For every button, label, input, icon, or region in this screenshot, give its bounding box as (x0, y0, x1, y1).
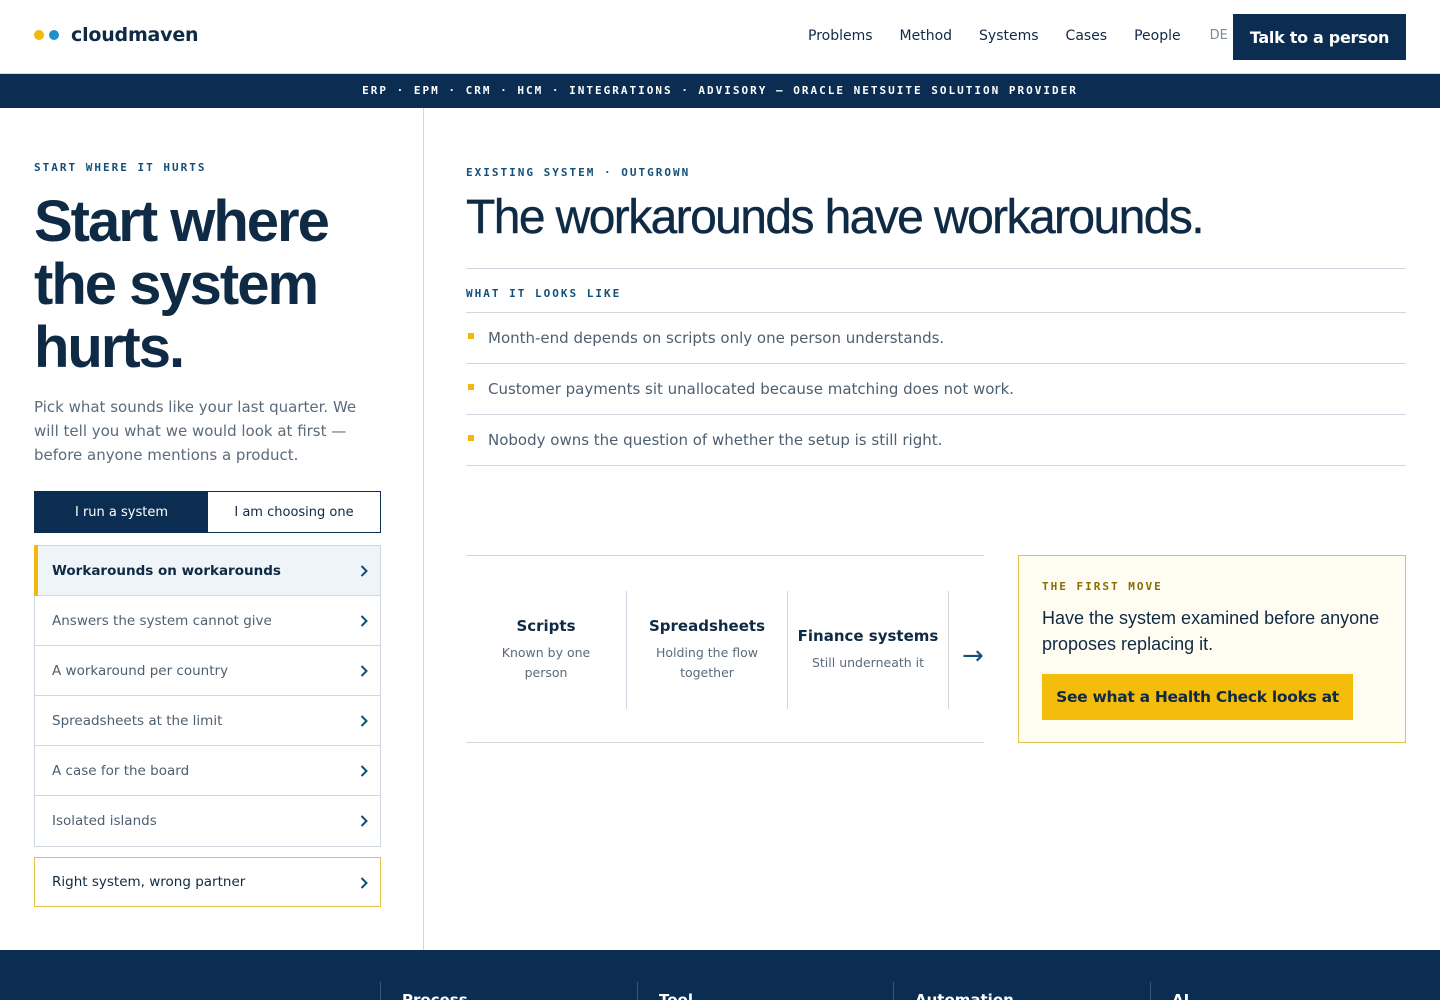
logo-dot-blue (49, 30, 59, 40)
problem-item-answers[interactable]: Answers the system cannot give (35, 596, 380, 646)
detail-eyebrow: EXISTING SYSTEM · OUTGROWN (466, 166, 691, 179)
nav-people[interactable]: People (1134, 28, 1181, 44)
divider (466, 268, 1406, 269)
health-check-button[interactable]: See what a Health Check looks at (1042, 674, 1353, 720)
problem-item-board-case[interactable]: A case for the board (35, 746, 380, 796)
first-move-eyebrow: THE FIRST MOVE (1042, 580, 1163, 593)
bullet-square-icon (468, 435, 474, 441)
problem-detail-panel: EXISTING SYSTEM · OUTGROWN The workaroun… (425, 108, 1440, 950)
left-eyebrow: START WHERE IT HURTS (34, 161, 207, 174)
flow-step-finance-systems: Finance systems Still underneath it (788, 591, 949, 709)
flow-step-spreadsheets: Spreadsheets Holding the flow together (627, 591, 788, 709)
bullet-square-icon (468, 384, 474, 390)
main-nav: Problems Method Systems Cases People DE (808, 28, 1255, 44)
page-title: Start where the system hurts. (34, 189, 330, 380)
problem-item-per-country[interactable]: A workaround per country (35, 646, 380, 696)
problem-selector-panel: START WHERE IT HURTS Start where the sys… (0, 108, 424, 950)
footer-column-automation: Automation (893, 982, 1014, 1000)
footer-column-title: Automation (915, 991, 1014, 1000)
symptoms-eyebrow: WHAT IT LOOKS LIKE (466, 287, 622, 300)
problem-item-spreadsheets[interactable]: Spreadsheets at the limit (35, 696, 380, 746)
flow-step-subtitle: Known by one person (501, 645, 591, 680)
problem-label: Workarounds on workarounds (52, 562, 281, 579)
footer-band: Process Tool Automation AI (0, 950, 1440, 1000)
brand-logo[interactable]: cloudmaven (34, 24, 199, 46)
site-header: cloudmaven Problems Method Systems Cases… (0, 0, 1440, 74)
chevron-right-icon (360, 565, 368, 577)
nav-systems[interactable]: Systems (979, 28, 1039, 44)
toggle-run-system[interactable]: I run a system (35, 492, 208, 532)
first-move-card: THE FIRST MOVE Have the system examined … (1018, 555, 1406, 743)
problem-label: A case for the board (52, 762, 190, 779)
bullet-square-icon (468, 333, 474, 339)
footer-column-title: Tool (659, 991, 693, 1000)
symptom-list: Month-end depends on scripts only one pe… (466, 312, 1406, 466)
problem-label: A workaround per country (52, 662, 229, 679)
problem-label: Answers the system cannot give (52, 612, 272, 629)
footer-column-ai: AI (1150, 982, 1189, 1000)
language-switch[interactable]: DE (1210, 28, 1228, 44)
arrow-right-icon: → (962, 641, 984, 671)
nav-cases[interactable]: Cases (1066, 28, 1108, 44)
list-item: Month-end depends on scripts only one pe… (466, 313, 1406, 364)
chevron-right-icon (360, 615, 368, 627)
footer-column-process: Process (380, 982, 468, 1000)
nav-method[interactable]: Method (900, 28, 953, 44)
capabilities-ribbon: ERP · EPM · CRM · HCM · INTEGRATIONS · A… (0, 74, 1440, 108)
mode-toggle: I run a system I am choosing one (34, 491, 381, 533)
logo-dot-yellow (34, 30, 44, 40)
first-move-text: Have the system examined before anyone p… (1042, 608, 1380, 654)
talk-to-person-button[interactable]: Talk to a person (1233, 14, 1406, 60)
flow-step-title: Spreadsheets (648, 617, 766, 635)
problem-item-wrong-partner[interactable]: Right system, wrong partner (34, 857, 381, 907)
chevron-right-icon (360, 877, 368, 889)
workaround-flow-diagram: Scripts Known by one person Spreadsheets… (466, 555, 984, 743)
list-item: Customer payments sit unallocated becaus… (466, 364, 1406, 415)
problem-list: Workarounds on workarounds Answers the s… (34, 545, 381, 847)
problem-label: Right system, wrong partner (52, 874, 246, 890)
chevron-right-icon (360, 715, 368, 727)
problem-item-islands[interactable]: Isolated islands (35, 796, 380, 846)
flow-step-subtitle: Holding the flow together (656, 645, 758, 680)
chevron-right-icon (360, 765, 368, 777)
chevron-right-icon (360, 815, 368, 827)
problem-label: Isolated islands (52, 813, 157, 829)
chevron-right-icon (360, 665, 368, 677)
list-item: Nobody owns the question of whether the … (466, 415, 1406, 466)
problem-label: Spreadsheets at the limit (52, 712, 223, 729)
brand-name: cloudmaven (71, 24, 199, 46)
symptom-text: Customer payments sit unallocated becaus… (488, 380, 1015, 398)
flow-step-title: Finance systems (797, 627, 939, 645)
symptom-text: Month-end depends on scripts only one pe… (488, 329, 945, 347)
flow-step-subtitle: Still underneath it (811, 655, 925, 670)
intro-text: Pick what sounds like your last quarter.… (34, 398, 357, 464)
flow-step-title: Scripts (516, 617, 576, 635)
problem-item-workarounds[interactable]: Workarounds on workarounds (34, 545, 380, 596)
flow-step-scripts: Scripts Known by one person (466, 591, 627, 709)
nav-problems[interactable]: Problems (808, 28, 873, 44)
logo-mark-icon (34, 30, 59, 40)
footer-column-title: Process (402, 991, 468, 1000)
symptom-text: Nobody owns the question of whether the … (488, 431, 943, 449)
footer-column-title: AI (1172, 991, 1190, 1000)
footer-column-tool: Tool (637, 982, 693, 1000)
toggle-choosing-system[interactable]: I am choosing one (208, 492, 380, 532)
detail-title: The workarounds have workarounds. (466, 191, 1205, 244)
